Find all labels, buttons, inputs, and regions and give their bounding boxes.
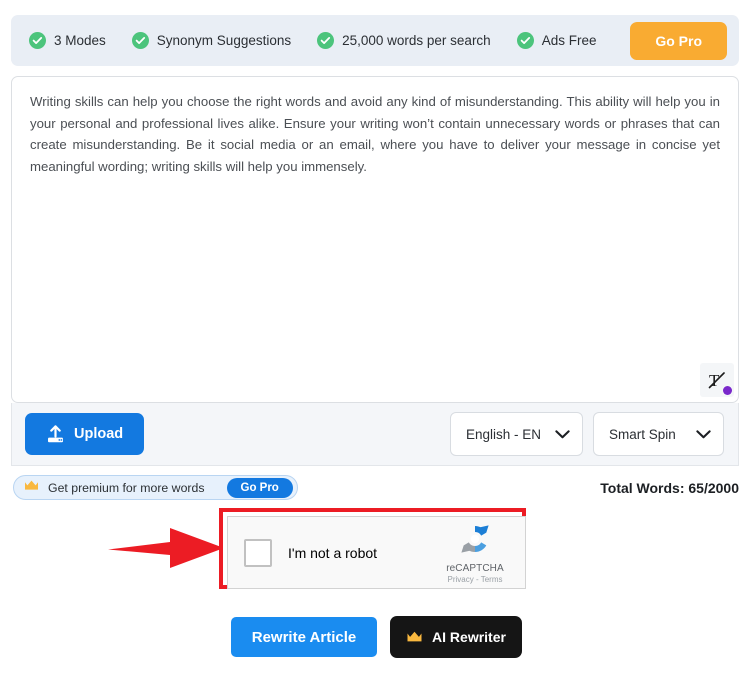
recaptcha-branding: reCAPTCHA Privacy - Terms xyxy=(436,521,514,584)
chevron-down-icon xyxy=(555,427,570,442)
check-circle-icon xyxy=(317,32,335,49)
go-pro-button-small[interactable]: Go Pro xyxy=(226,477,293,498)
feature-item-word-limit: 25,000 words per search xyxy=(317,32,491,49)
red-arrow-icon xyxy=(108,528,224,568)
spin-mode-select[interactable]: Smart Spin xyxy=(593,412,724,456)
rewrite-article-button[interactable]: Rewrite Article xyxy=(231,617,377,657)
recaptcha-checkbox[interactable] xyxy=(244,538,272,567)
feature-label: 3 Modes xyxy=(54,33,106,48)
captcha-highlight-box: I'm not a robot reCAPTCHA Privacy - Term… xyxy=(219,508,526,589)
recaptcha-label: I'm not a robot xyxy=(288,544,378,561)
crown-icon xyxy=(407,631,422,642)
language-select-value: English - EN xyxy=(465,426,541,442)
premium-upsell-pill[interactable]: Get premium for more words Go Pro xyxy=(13,475,298,500)
go-pro-button-top[interactable]: Go Pro xyxy=(630,21,727,60)
recaptcha-brand-links[interactable]: Privacy - Terms xyxy=(436,575,514,584)
article-rewriter-page: 3 Modes Synonym Suggestions 25,000 words… xyxy=(0,0,750,692)
feature-item-modes: 3 Modes xyxy=(29,32,106,49)
upload-button[interactable]: Upload xyxy=(25,413,145,455)
editor-content[interactable]: Writing skills can help you choose the r… xyxy=(12,77,738,177)
ai-rewriter-button[interactable]: AI Rewriter xyxy=(390,616,522,658)
recaptcha-logo-icon xyxy=(461,525,489,553)
check-circle-icon xyxy=(29,32,46,49)
feature-item-ads-free: Ads Free xyxy=(516,32,597,49)
feature-bar: 3 Modes Synonym Suggestions 25,000 words… xyxy=(11,15,739,66)
ai-rewriter-label: AI Rewriter xyxy=(432,629,506,645)
upload-icon xyxy=(48,424,63,442)
grammarly-icon[interactable]: T xyxy=(700,363,734,397)
feature-label: Synonym Suggestions xyxy=(156,33,292,48)
premium-upsell-text: Get premium for more words xyxy=(48,480,205,495)
spin-mode-select-value: Smart Spin xyxy=(609,426,676,442)
crown-icon xyxy=(24,479,39,497)
feature-label: Ads Free xyxy=(541,33,597,48)
upload-button-label: Upload xyxy=(74,426,124,442)
recaptcha-widget[interactable]: I'm not a robot reCAPTCHA Privacy - Term… xyxy=(227,516,526,589)
check-circle-icon xyxy=(131,32,149,49)
editor-toolbar: Upload English - EN Smart Spin xyxy=(11,403,739,466)
feature-label: 25,000 words per search xyxy=(342,33,491,48)
check-circle-icon xyxy=(516,32,534,49)
recaptcha-brand-name: reCAPTCHA xyxy=(446,563,504,574)
language-select[interactable]: English - EN xyxy=(449,412,583,456)
article-text-editor[interactable]: Writing skills can help you choose the r… xyxy=(11,76,739,403)
grammarly-status-dot xyxy=(723,386,732,395)
total-words-counter: Total Words: 65/2000 xyxy=(600,480,739,496)
feature-item-synonyms: Synonym Suggestions xyxy=(131,32,292,49)
chevron-down-icon xyxy=(696,427,711,442)
